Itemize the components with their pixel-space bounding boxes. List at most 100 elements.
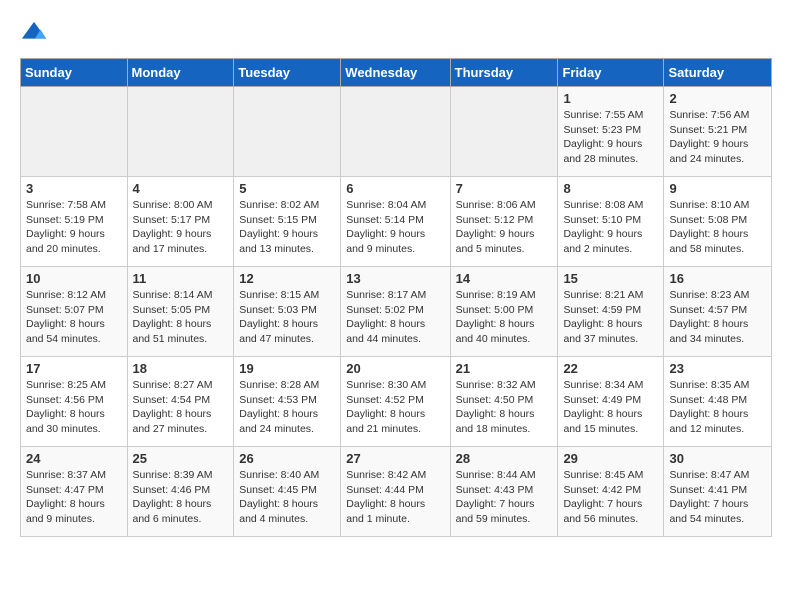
day-info: Sunrise: 8:23 AM Sunset: 4:57 PM Dayligh… [669, 288, 766, 347]
day-info: Sunrise: 8:45 AM Sunset: 4:42 PM Dayligh… [563, 468, 658, 527]
day-cell [450, 87, 558, 177]
day-cell [341, 87, 450, 177]
day-cell: 27Sunrise: 8:42 AM Sunset: 4:44 PM Dayli… [341, 447, 450, 537]
logo [20, 20, 52, 48]
day-cell: 16 Sunrise: 8:23 AM Sunset: 4:57 PM Dayli… [664, 267, 772, 357]
day-info: Sunrise: 8:32 AM Sunset: 4:50 PM Dayligh… [456, 378, 553, 437]
day-number: 18 [133, 361, 229, 376]
day-info: Sunrise: 8:19 AM Sunset: 5:00 PM Dayligh… [456, 288, 553, 347]
day-cell: 22 Sunrise: 8:34 AM Sunset: 4:49 PM Dayli… [558, 357, 664, 447]
header-monday: Monday [127, 59, 234, 87]
week-row-5: 24Sunrise: 8:37 AM Sunset: 4:47 PM Dayli… [21, 447, 772, 537]
day-number: 30 [669, 451, 766, 466]
header-wednesday: Wednesday [341, 59, 450, 87]
day-cell: 7 Sunrise: 8:06 AM Sunset: 5:12 PM Daylig… [450, 177, 558, 267]
day-cell: 4 Sunrise: 8:00 AM Sunset: 5:17 PM Daylig… [127, 177, 234, 267]
day-cell: 23 Sunrise: 8:35 AM Sunset: 4:48 PM Dayli… [664, 357, 772, 447]
day-info: Sunrise: 7:55 AM Sunset: 5:23 PM Dayligh… [563, 108, 658, 167]
day-cell: 15 Sunrise: 8:21 AM Sunset: 4:59 PM Dayli… [558, 267, 664, 357]
header-saturday: Saturday [664, 59, 772, 87]
page-header [20, 20, 772, 48]
day-number: 21 [456, 361, 553, 376]
calendar-header-row: SundayMondayTuesdayWednesdayThursdayFrid… [21, 59, 772, 87]
day-cell: 3 Sunrise: 7:58 AM Sunset: 5:19 PM Daylig… [21, 177, 128, 267]
day-number: 5 [239, 181, 335, 196]
day-cell: 10Sunrise: 8:12 AM Sunset: 5:07 PM Dayli… [21, 267, 128, 357]
day-cell: 24Sunrise: 8:37 AM Sunset: 4:47 PM Dayli… [21, 447, 128, 537]
day-number: 12 [239, 271, 335, 286]
day-info: Sunrise: 8:25 AM Sunset: 4:56 PM Dayligh… [26, 378, 122, 437]
day-info: Sunrise: 8:06 AM Sunset: 5:12 PM Dayligh… [456, 198, 553, 257]
day-cell: 21 Sunrise: 8:32 AM Sunset: 4:50 PM Dayli… [450, 357, 558, 447]
day-cell: 18 Sunrise: 8:27 AM Sunset: 4:54 PM Dayli… [127, 357, 234, 447]
day-info: Sunrise: 7:56 AM Sunset: 5:21 PM Dayligh… [669, 108, 766, 167]
day-cell: 12Sunrise: 8:15 AM Sunset: 5:03 PM Dayli… [234, 267, 341, 357]
day-number: 19 [239, 361, 335, 376]
day-info: Sunrise: 8:28 AM Sunset: 4:53 PM Dayligh… [239, 378, 335, 437]
day-number: 20 [346, 361, 444, 376]
day-number: 23 [669, 361, 766, 376]
day-info: Sunrise: 8:14 AM Sunset: 5:05 PM Dayligh… [133, 288, 229, 347]
day-cell [127, 87, 234, 177]
day-number: 4 [133, 181, 229, 196]
header-sunday: Sunday [21, 59, 128, 87]
day-cell: 13 Sunrise: 8:17 AM Sunset: 5:02 PM Dayli… [341, 267, 450, 357]
day-info: Sunrise: 8:44 AM Sunset: 4:43 PM Dayligh… [456, 468, 553, 527]
day-info: Sunrise: 8:39 AM Sunset: 4:46 PM Dayligh… [133, 468, 229, 527]
day-number: 29 [563, 451, 658, 466]
day-info: Sunrise: 8:47 AM Sunset: 4:41 PM Dayligh… [669, 468, 766, 527]
day-cell: 2 Sunrise: 7:56 AM Sunset: 5:21 PM Daylig… [664, 87, 772, 177]
day-info: Sunrise: 8:12 AM Sunset: 5:07 PM Dayligh… [26, 288, 122, 347]
day-cell: 9 Sunrise: 8:10 AM Sunset: 5:08 PM Daylig… [664, 177, 772, 267]
day-info: Sunrise: 8:04 AM Sunset: 5:14 PM Dayligh… [346, 198, 444, 257]
header-tuesday: Tuesday [234, 59, 341, 87]
day-info: Sunrise: 8:35 AM Sunset: 4:48 PM Dayligh… [669, 378, 766, 437]
day-info: Sunrise: 8:10 AM Sunset: 5:08 PM Dayligh… [669, 198, 766, 257]
day-number: 3 [26, 181, 122, 196]
day-number: 7 [456, 181, 553, 196]
week-row-1: 1 Sunrise: 7:55 AM Sunset: 5:23 PM Daylig… [21, 87, 772, 177]
calendar-table: SundayMondayTuesdayWednesdayThursdayFrid… [20, 58, 772, 537]
day-info: Sunrise: 8:30 AM Sunset: 4:52 PM Dayligh… [346, 378, 444, 437]
day-info: Sunrise: 7:58 AM Sunset: 5:19 PM Dayligh… [26, 198, 122, 257]
day-number: 11 [133, 271, 229, 286]
day-cell: 11 Sunrise: 8:14 AM Sunset: 5:05 PM Dayli… [127, 267, 234, 357]
day-info: Sunrise: 8:40 AM Sunset: 4:45 PM Dayligh… [239, 468, 335, 527]
day-cell [21, 87, 128, 177]
day-number: 24 [26, 451, 122, 466]
day-info: Sunrise: 8:21 AM Sunset: 4:59 PM Dayligh… [563, 288, 658, 347]
day-cell: 29 Sunrise: 8:45 AM Sunset: 4:42 PM Dayli… [558, 447, 664, 537]
day-number: 13 [346, 271, 444, 286]
day-cell: 26 Sunrise: 8:40 AM Sunset: 4:45 PM Dayli… [234, 447, 341, 537]
day-cell: 30 Sunrise: 8:47 AM Sunset: 4:41 PM Dayli… [664, 447, 772, 537]
day-number: 14 [456, 271, 553, 286]
day-info: Sunrise: 8:08 AM Sunset: 5:10 PM Dayligh… [563, 198, 658, 257]
week-row-3: 10Sunrise: 8:12 AM Sunset: 5:07 PM Dayli… [21, 267, 772, 357]
day-number: 17 [26, 361, 122, 376]
day-cell: 25 Sunrise: 8:39 AM Sunset: 4:46 PM Dayli… [127, 447, 234, 537]
day-number: 9 [669, 181, 766, 196]
day-info: Sunrise: 8:00 AM Sunset: 5:17 PM Dayligh… [133, 198, 229, 257]
week-row-2: 3 Sunrise: 7:58 AM Sunset: 5:19 PM Daylig… [21, 177, 772, 267]
week-row-4: 17 Sunrise: 8:25 AM Sunset: 4:56 PM Dayli… [21, 357, 772, 447]
day-cell: 1 Sunrise: 7:55 AM Sunset: 5:23 PM Daylig… [558, 87, 664, 177]
day-cell: 14 Sunrise: 8:19 AM Sunset: 5:00 PM Dayli… [450, 267, 558, 357]
day-info: Sunrise: 8:34 AM Sunset: 4:49 PM Dayligh… [563, 378, 658, 437]
day-cell: 20 Sunrise: 8:30 AM Sunset: 4:52 PM Dayli… [341, 357, 450, 447]
day-number: 6 [346, 181, 444, 196]
day-info: Sunrise: 8:17 AM Sunset: 5:02 PM Dayligh… [346, 288, 444, 347]
day-info: Sunrise: 8:42 AM Sunset: 4:44 PM Dayligh… [346, 468, 444, 527]
day-number: 16 [669, 271, 766, 286]
day-number: 8 [563, 181, 658, 196]
day-number: 15 [563, 271, 658, 286]
day-cell: 17 Sunrise: 8:25 AM Sunset: 4:56 PM Dayli… [21, 357, 128, 447]
day-number: 25 [133, 451, 229, 466]
day-number: 2 [669, 91, 766, 106]
header-thursday: Thursday [450, 59, 558, 87]
day-number: 26 [239, 451, 335, 466]
day-number: 22 [563, 361, 658, 376]
day-number: 1 [563, 91, 658, 106]
day-cell: 5Sunrise: 8:02 AM Sunset: 5:15 PM Daylig… [234, 177, 341, 267]
day-cell: 19 Sunrise: 8:28 AM Sunset: 4:53 PM Dayli… [234, 357, 341, 447]
day-info: Sunrise: 8:27 AM Sunset: 4:54 PM Dayligh… [133, 378, 229, 437]
